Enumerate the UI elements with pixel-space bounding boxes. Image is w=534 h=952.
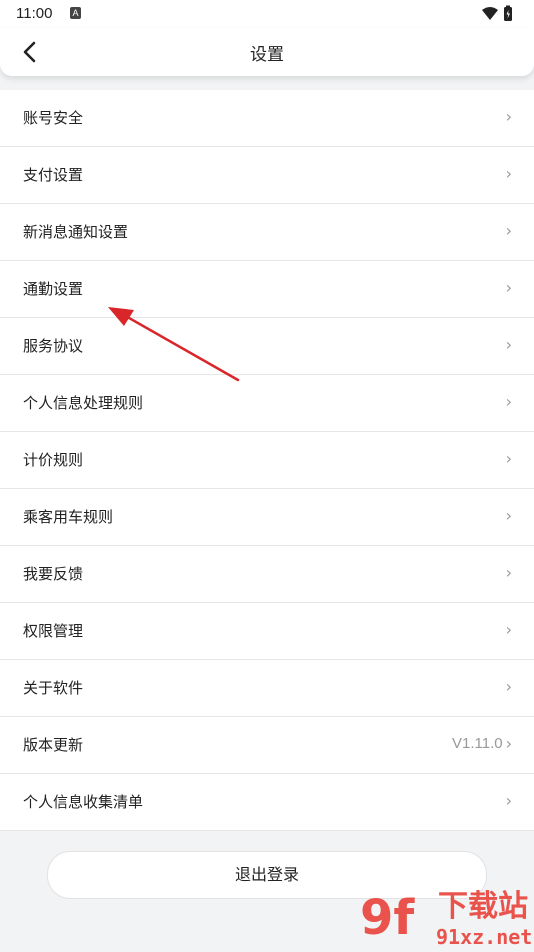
settings-item-data-collection-list[interactable]: 个人信息收集清单 ›	[0, 774, 534, 831]
chevron-right-icon: ›	[505, 620, 512, 639]
settings-item-passenger-rules[interactable]: 乘客用车规则 ›	[0, 489, 534, 546]
settings-item-label: 计价规则	[23, 451, 84, 469]
settings-item-label: 关于软件	[23, 679, 84, 697]
settings-item-notifications[interactable]: 新消息通知设置 ›	[0, 204, 534, 261]
settings-item-service-agreement[interactable]: 服务协议 ›	[0, 318, 534, 375]
chevron-right-icon: ›	[505, 221, 512, 240]
chevron-right-icon: ›	[505, 563, 512, 582]
settings-item-label: 账号安全	[23, 109, 84, 127]
page-title: 设置	[250, 45, 284, 65]
settings-item-version-update[interactable]: 版本更新 V1.11.0 ›	[0, 717, 534, 774]
settings-item-label: 新消息通知设置	[23, 223, 129, 241]
watermark-text-cn: 下载站	[438, 889, 528, 924]
chevron-right-icon: ›	[505, 734, 512, 753]
settings-item-label: 我要反馈	[23, 565, 84, 583]
chevron-right-icon: ›	[505, 791, 512, 810]
watermark-text-en: 91xz.net	[436, 925, 532, 948]
settings-item-label: 乘客用车规则	[23, 508, 114, 526]
watermark: 9f 下载站 91xz.net	[356, 882, 532, 949]
version-value: V1.11.0	[451, 735, 503, 752]
chevron-right-icon: ›	[505, 677, 512, 696]
settings-item-payment[interactable]: 支付设置 ›	[0, 147, 534, 204]
watermark-logo: 9f	[360, 890, 415, 946]
settings-item-permissions[interactable]: 权限管理 ›	[0, 603, 534, 660]
notification-icon: A	[70, 7, 81, 19]
settings-item-label: 个人信息处理规则	[23, 394, 144, 412]
chevron-right-icon: ›	[505, 164, 512, 183]
settings-item-privacy-rules[interactable]: 个人信息处理规则 ›	[0, 375, 534, 432]
chevron-right-icon: ›	[505, 335, 512, 354]
settings-item-about[interactable]: 关于软件 ›	[0, 660, 534, 717]
settings-item-label: 服务协议	[23, 337, 84, 355]
chevron-right-icon: ›	[505, 107, 512, 126]
wifi-icon	[482, 7, 498, 20]
chevron-right-icon: ›	[505, 506, 512, 525]
settings-item-label: 通勤设置	[23, 280, 84, 298]
status-bar: 11:00 A	[0, 0, 534, 28]
settings-item-feedback[interactable]: 我要反馈 ›	[0, 546, 534, 603]
chevron-right-icon: ›	[505, 278, 512, 297]
settings-item-label: 权限管理	[23, 622, 84, 640]
status-time: 11:00	[16, 5, 53, 22]
settings-item-pricing-rules[interactable]: 计价规则 ›	[0, 432, 534, 489]
settings-item-label: 个人信息收集清单	[23, 793, 144, 811]
settings-item-account-security[interactable]: 账号安全 ›	[0, 90, 534, 147]
settings-item-label: 版本更新	[23, 736, 84, 754]
chevron-right-icon: ›	[505, 449, 512, 468]
chevron-right-icon: ›	[505, 392, 512, 411]
settings-list: 账号安全 › 支付设置 › 新消息通知设置 › 通勤设置 › 服务协议 › 个人…	[0, 90, 534, 831]
settings-item-commute[interactable]: 通勤设置 ›	[0, 261, 534, 318]
status-icons	[480, 5, 520, 27]
app-header: 设置	[0, 28, 534, 76]
settings-item-label: 支付设置	[23, 166, 84, 184]
